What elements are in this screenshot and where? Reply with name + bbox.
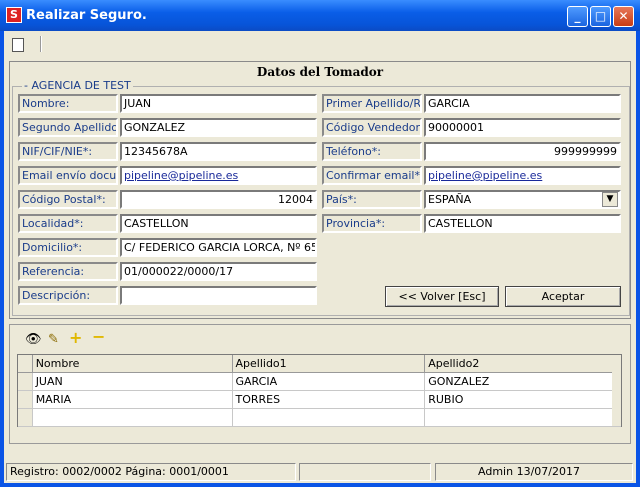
status-user-date: Admin 13/07/2017 bbox=[435, 463, 633, 481]
persons-grid: Nombre Apellido1 Apellido2 JUAN GARCIA G… bbox=[17, 354, 622, 427]
codigo-postal-label: Código Postal*: bbox=[18, 190, 118, 209]
eye-icon[interactable]: 👁 bbox=[25, 333, 42, 347]
table-cell[interactable]: GARCIA bbox=[232, 372, 426, 391]
descripcion-field[interactable] bbox=[120, 286, 317, 305]
row-indicator[interactable] bbox=[18, 408, 33, 427]
localidad-field[interactable]: CASTELLON bbox=[120, 214, 317, 233]
provincia-label: Provincia*: bbox=[322, 214, 422, 233]
group-title: - AGENCIA DE TEST bbox=[22, 79, 133, 92]
table-cell[interactable] bbox=[32, 408, 233, 427]
row-indicator[interactable] bbox=[18, 390, 33, 409]
row-indicator[interactable] bbox=[18, 372, 33, 391]
minimize-button[interactable]: _ bbox=[567, 6, 588, 27]
grid-header: Nombre Apellido1 Apellido2 bbox=[18, 355, 621, 373]
close-button[interactable]: ✕ bbox=[613, 6, 634, 27]
table-cell[interactable]: RUBIO bbox=[424, 390, 621, 409]
nombre-label: Nombre: bbox=[18, 94, 118, 113]
table-cell[interactable] bbox=[232, 408, 426, 427]
email-label: Email envío docu.*: bbox=[18, 166, 118, 185]
primer-apellido-field[interactable]: GARCIA bbox=[424, 94, 621, 113]
pais-label: País*: bbox=[322, 190, 422, 209]
pencil-icon[interactable]: ✎ bbox=[48, 333, 59, 347]
provincia-field[interactable]: CASTELLON bbox=[424, 214, 621, 233]
codigo-vendedor-label: Código Vendedor*: bbox=[322, 118, 422, 137]
nif-field[interactable]: 12345678A bbox=[120, 142, 317, 161]
column-header[interactable]: Apellido2 bbox=[424, 355, 621, 373]
status-registro: Registro: 0002/0002 Página: 0001/0001 bbox=[6, 463, 296, 481]
row-indicator-header bbox=[18, 355, 33, 373]
window-title: Realizar Seguro. bbox=[26, 8, 147, 23]
domicilio-field[interactable]: C/ FEDERICO GARCIA LORCA, Nº 65, bbox=[120, 238, 317, 257]
toolbar-separator bbox=[40, 36, 42, 52]
status-middle bbox=[299, 463, 431, 481]
grid-scrollbar[interactable] bbox=[612, 355, 621, 426]
descripcion-label: Descripción: bbox=[18, 286, 118, 305]
remove-icon[interactable]: − bbox=[92, 329, 105, 345]
table-cell[interactable]: MARIA bbox=[32, 390, 233, 409]
volver-button[interactable]: << Volver [Esc] bbox=[385, 286, 499, 307]
segundo-apellido-field[interactable]: GONZALEZ bbox=[120, 118, 317, 137]
codigo-vendedor-field[interactable]: 90000001 bbox=[424, 118, 621, 137]
exit-door-icon[interactable] bbox=[12, 38, 24, 52]
localidad-label: Localidad*: bbox=[18, 214, 118, 233]
table-cell[interactable]: GONZALEZ bbox=[424, 372, 621, 391]
confirmar-email-field[interactable]: pipeline@pipeline.es bbox=[424, 166, 621, 185]
table-cell[interactable] bbox=[424, 408, 621, 427]
codigo-postal-field[interactable]: 12004 bbox=[120, 190, 317, 209]
confirmar-email-label: Confirmar email*: bbox=[322, 166, 422, 185]
referencia-field[interactable]: 01/000022/0000/17 bbox=[120, 262, 317, 281]
telefono-field[interactable]: 999999999 bbox=[424, 142, 621, 161]
telefono-label: Teléfono*: bbox=[322, 142, 422, 161]
section-title: Datos del Tomador bbox=[256, 65, 384, 79]
primer-apellido-label: Primer Apellido/RS*: bbox=[322, 94, 422, 113]
app-icon: S bbox=[6, 7, 22, 23]
nombre-field[interactable]: JUAN bbox=[120, 94, 317, 113]
referencia-label: Referencia: bbox=[18, 262, 118, 281]
table-cell[interactable]: TORRES bbox=[232, 390, 426, 409]
nif-label: NIF/CIF/NIE*: bbox=[18, 142, 118, 161]
table-row[interactable]: MARIA TORRES RUBIO bbox=[18, 390, 621, 409]
domicilio-label: Domicilio*: bbox=[18, 238, 118, 257]
chevron-down-icon[interactable]: ▼ bbox=[602, 192, 618, 207]
aceptar-button[interactable]: Aceptar bbox=[505, 286, 621, 307]
maximize-button[interactable]: □ bbox=[590, 6, 611, 27]
table-row[interactable]: JUAN GARCIA GONZALEZ bbox=[18, 372, 621, 391]
column-header[interactable]: Nombre bbox=[32, 355, 233, 373]
table-row[interactable] bbox=[18, 408, 621, 427]
email-field[interactable]: pipeline@pipeline.es bbox=[120, 166, 317, 185]
table-cell[interactable]: JUAN bbox=[32, 372, 233, 391]
column-header[interactable]: Apellido1 bbox=[232, 355, 426, 373]
add-icon[interactable]: + bbox=[69, 330, 82, 346]
pais-select[interactable]: ESPAÑA bbox=[424, 190, 621, 209]
segundo-apellido-label: Segundo Apellido: bbox=[18, 118, 118, 137]
